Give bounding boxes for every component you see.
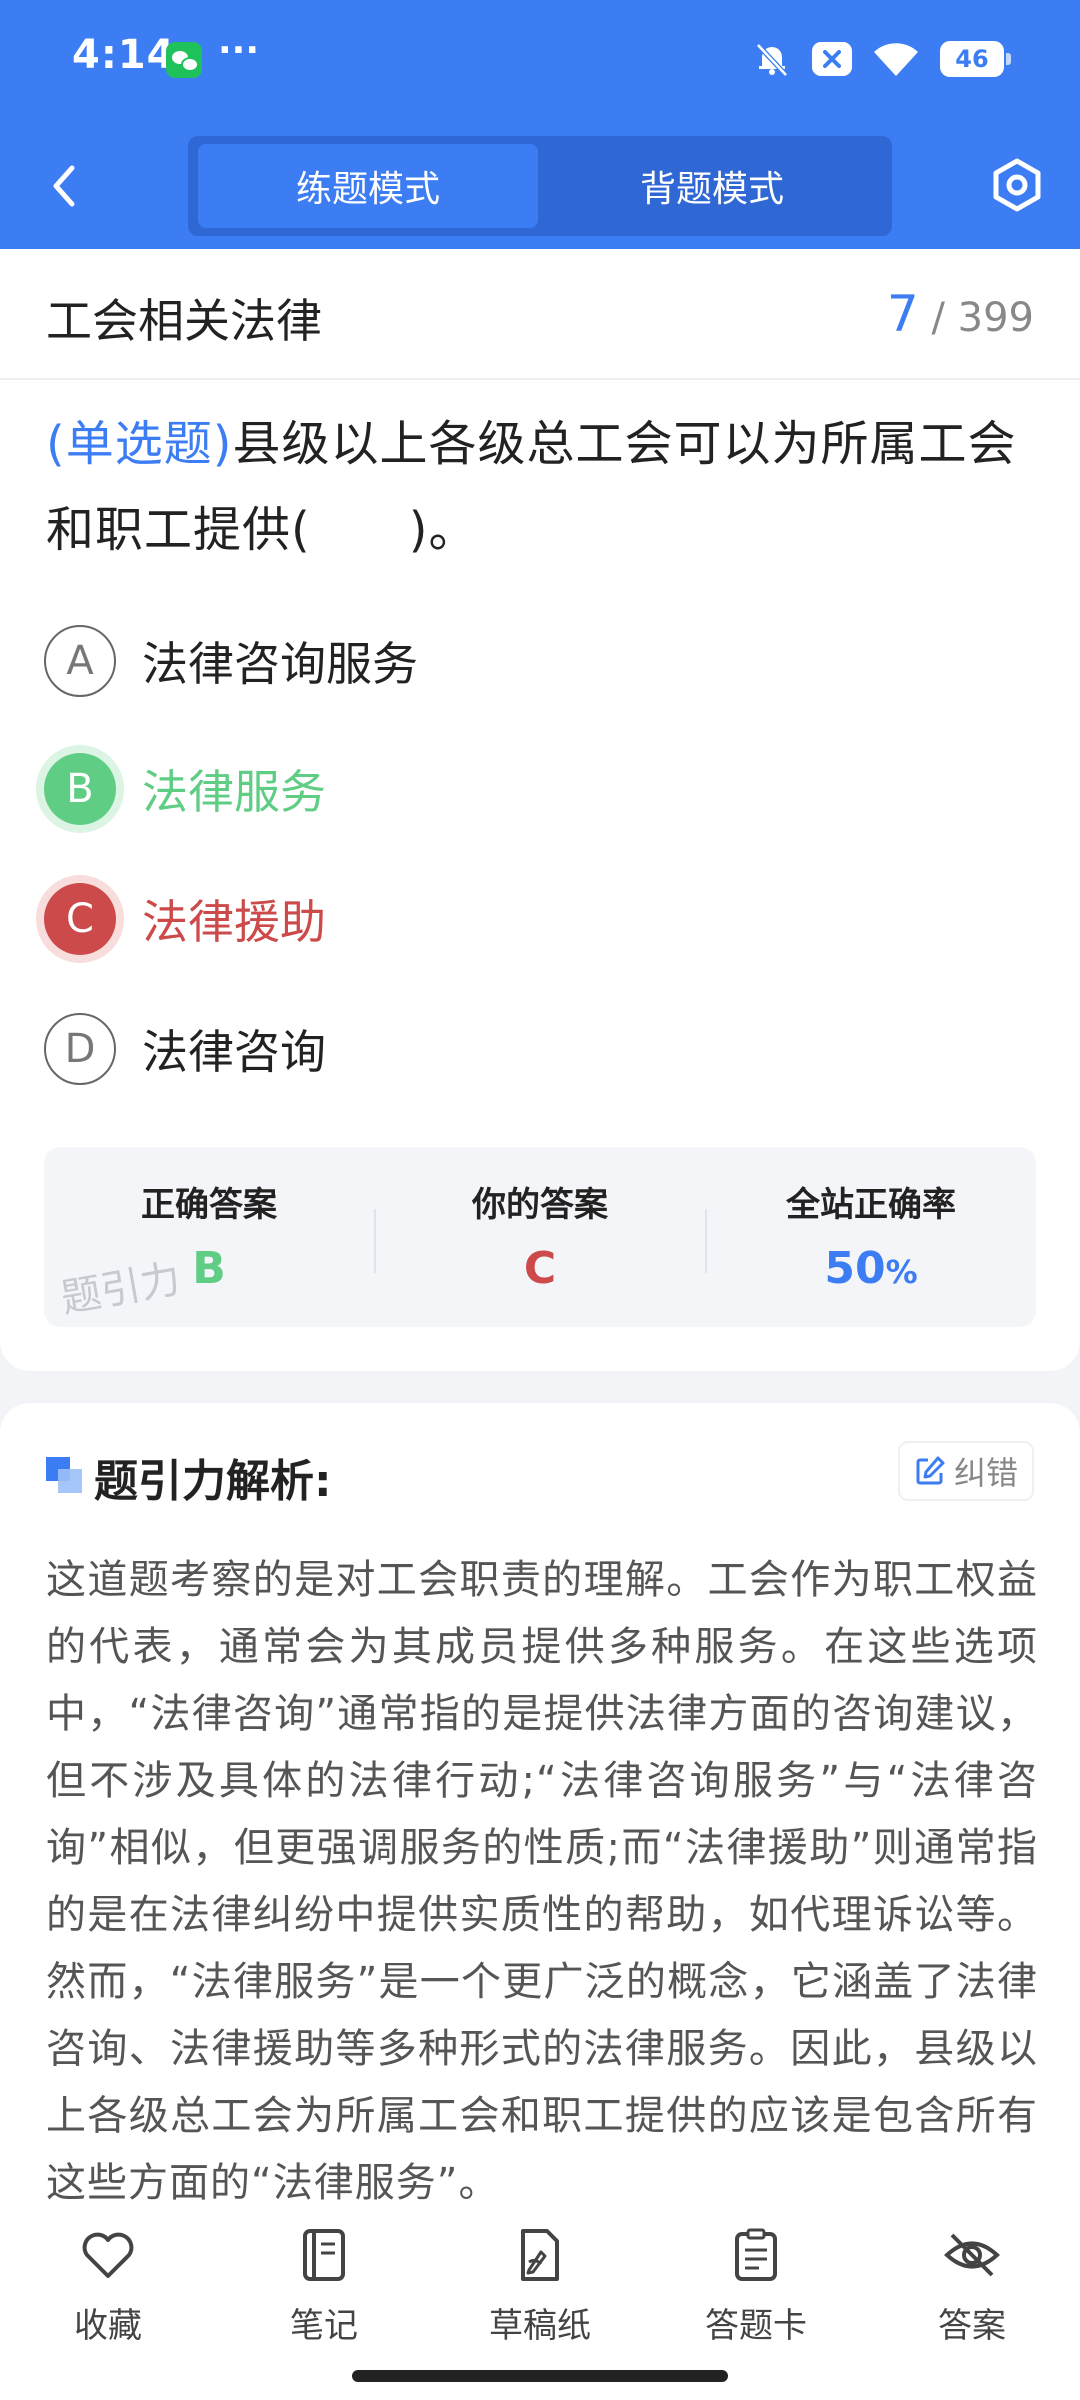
option-text: 法律咨询服务: [142, 637, 418, 691]
question-stem: (单选题)县级以上各级总工会可以为所属工会和职工提供( )。: [46, 401, 1036, 573]
status-bar: 4:14 ··· 46: [0, 0, 1080, 118]
option-letter: C: [44, 883, 116, 955]
correct-answer-label: 正确答案: [141, 1185, 277, 1225]
mode-switch: 练题模式 背题模式: [188, 136, 892, 236]
correct-rate-number: 50: [824, 1243, 886, 1294]
back-arrow-icon[interactable]: [40, 156, 90, 216]
analysis-title: 题引力解析:: [94, 1456, 332, 1507]
draft-paper-icon: [521, 2229, 559, 2281]
favorite-label: 收藏: [74, 2306, 142, 2346]
notes-button[interactable]: 笔记: [244, 2226, 404, 2347]
stat-correct-rate: 全站正确率 50%: [706, 1147, 1036, 1327]
status-icons: 46: [752, 36, 1011, 82]
option-text: 法律咨询: [142, 1025, 326, 1079]
option-letter: A: [44, 625, 116, 697]
tab-practice-mode[interactable]: 练题模式: [198, 144, 538, 228]
correct-rate-value: 50%: [706, 1243, 1036, 1294]
option-letter: D: [44, 1013, 116, 1085]
wechat-icon: [166, 42, 202, 78]
option-c-wrong[interactable]: C 法律援助: [44, 879, 1034, 959]
favorite-button[interactable]: 收藏: [28, 2226, 188, 2347]
analysis-card: 题引力解析: 纠错 这道题考察的是对工会职责的理解。工会作为职工权益的代表，通常…: [0, 1403, 1080, 2223]
current-question-number: 7: [886, 285, 919, 343]
option-b-correct[interactable]: B 法律服务: [44, 749, 1034, 829]
draft-paper-button[interactable]: 草稿纸: [460, 2226, 620, 2347]
answer-card-button[interactable]: 答题卡: [676, 2226, 836, 2347]
option-text: 法律服务: [142, 765, 326, 819]
question-header: 工会相关法律 7 / 399: [0, 249, 1080, 380]
question-type-tag: (单选题): [46, 416, 233, 472]
heart-icon: [82, 2232, 134, 2278]
option-letter: B: [44, 753, 116, 825]
no-sim-icon: [812, 42, 852, 76]
correct-rate-label: 全站正确率: [786, 1185, 956, 1225]
settings-icon[interactable]: [988, 156, 1046, 214]
option-a[interactable]: A 法律咨询服务: [44, 621, 1034, 701]
report-error-label: 纠错: [953, 1454, 1018, 1492]
status-time: 4:14: [72, 32, 176, 78]
question-progress: 7 / 399: [887, 285, 1034, 343]
option-text: 法律援助: [142, 895, 326, 949]
more-notifications-icon: ···: [218, 30, 260, 71]
your-answer-label: 你的答案: [472, 1185, 608, 1225]
notebook-icon: [303, 2229, 345, 2281]
your-answer-value: C: [523, 1243, 557, 1294]
draft-paper-label: 草稿纸: [489, 2306, 591, 2346]
analysis-text: 这道题考察的是对工会职责的理解。工会作为职工权益的代表，通常会为其成员提供多种服…: [46, 1557, 1038, 2206]
edit-icon: [916, 1456, 945, 1485]
answer-stats: 正确答案 B 你的答案 C 全站正确率 50% 题引力: [44, 1147, 1036, 1327]
battery-icon: 46: [940, 41, 1011, 77]
wifi-icon: [874, 43, 918, 76]
home-indicator[interactable]: [352, 2370, 728, 2382]
answer-card-label: 答题卡: [705, 2306, 807, 2346]
report-error-button[interactable]: 纠错: [898, 1441, 1034, 1501]
tab-recite-mode[interactable]: 背题模式: [542, 144, 882, 228]
category-title: 工会相关法律: [46, 294, 322, 348]
analysis-squares-icon: [46, 1457, 82, 1493]
correct-rate-unit: %: [885, 1253, 918, 1291]
mute-bell-icon: [756, 43, 788, 77]
option-d[interactable]: D 法律咨询: [44, 1009, 1034, 1089]
show-answer-button[interactable]: 答案: [892, 2226, 1052, 2347]
question-card: 工会相关法律 7 / 399 (单选题)县级以上各级总工会可以为所属工会和职工提…: [0, 249, 1080, 1371]
show-answer-label: 答案: [938, 2306, 1006, 2346]
answer-card-icon: [735, 2228, 777, 2281]
notes-label: 笔记: [290, 2306, 358, 2346]
eye-off-icon: [944, 2233, 1000, 2277]
stat-your-answer: 你的答案 C: [375, 1147, 705, 1327]
total-questions: / 399: [931, 295, 1034, 341]
app-header: 4:14 ··· 46 练题模式 背题模式: [0, 0, 1080, 249]
